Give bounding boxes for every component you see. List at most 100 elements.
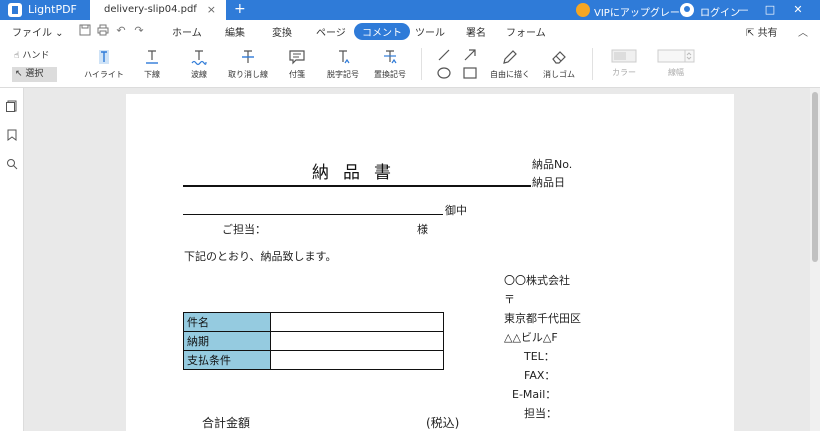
comment-toolbar: ☝ ハンド ↖ 選択 ハイライト 下線 波線 取り消し線 付箋 脱字記号 置換記… [0,42,820,88]
menu-convert[interactable]: 変換 [272,24,292,39]
title-bar: LightPDF delivery-slip04.pdf × + VIPにアップ… [0,0,820,20]
line-width-label: 線幅 [668,68,684,77]
underline-tool[interactable]: 下線 [137,48,167,80]
caret-tool[interactable]: 脱字記号 [326,48,360,80]
underline-label: 下線 [144,70,160,79]
share-label: 共有 [757,28,778,39]
table-row: 支払条件 [183,350,444,370]
replace-icon [384,50,397,64]
select-tool[interactable]: ↖ 選択 [12,67,57,82]
ellipse-tool[interactable] [437,67,451,82]
share-button[interactable]: ⇱ 共有 [746,24,778,39]
arrow-tool[interactable] [463,49,477,64]
menu-home[interactable]: ホーム [172,24,202,39]
table-value-cell [270,331,444,351]
company-fax: FAX： [524,369,556,382]
highlight-label: ハイライト [84,70,124,79]
title-underline [183,185,531,187]
recipient-honorific: 御中 [445,204,467,217]
menu-edit[interactable]: 編集 [225,24,245,39]
color-swatch-icon [611,49,637,63]
eraser-label: 消しゴム [543,70,575,79]
close-window-button[interactable]: ✕ [790,2,806,18]
strikethrough-label: 取り消し線 [228,70,268,79]
highlight-tool[interactable]: ハイライト [84,48,124,80]
undo-icon[interactable]: ↶ [114,24,128,38]
tab-close-icon[interactable]: × [207,3,216,16]
sticky-note-label: 付箋 [289,70,305,79]
color-picker[interactable]: カラー [606,48,642,78]
recipient-line [183,214,443,215]
hand-tool[interactable]: ☝ ハンド [14,48,49,61]
menu-page[interactable]: ページ [316,24,346,39]
crown-icon [576,3,590,17]
login-label: ログイン [700,8,740,19]
color-label: カラー [612,68,636,77]
caret-icon [339,50,350,64]
minimize-button[interactable]: — [735,2,751,18]
menu-tools[interactable]: ツール [415,24,445,39]
total-amount-label: 合計金額 [202,416,251,430]
new-tab-button[interactable]: + [234,1,246,17]
line-width-picker[interactable]: 線幅 [656,48,696,78]
sticky-note-tool[interactable]: 付箋 [284,48,310,80]
arrow-icon [464,49,476,61]
highlight-icon [99,50,109,64]
menu-signature[interactable]: 署名 [466,24,486,39]
line-width-icon [657,49,695,63]
document-tab-label: delivery-slip04.pdf [104,4,197,15]
delivery-no-label: 納品No. [532,158,573,171]
search-icon[interactable] [6,158,18,170]
select-label: 選択 [25,69,44,79]
rectangle-icon [463,67,477,79]
scrollbar-thumb[interactable] [812,92,818,262]
company-person: 担当： [524,407,557,420]
company-address2: △△ビル△F [504,331,558,344]
table-row: 件名 [183,312,444,332]
info-table: 件名 納期 支払条件 [183,312,444,370]
tax-included-label: (税込) [426,416,460,430]
print-icon[interactable] [96,24,110,38]
person-honorific: 様 [417,223,428,236]
squiggly-icon [191,50,207,66]
caret-label: 脱字記号 [327,70,359,79]
share-icon: ⇱ [746,28,758,39]
pen-icon [503,50,517,64]
cursor-icon: ↖ [15,69,26,79]
document-tab[interactable]: delivery-slip04.pdf × [90,0,226,20]
vertical-scrollbar[interactable] [810,88,820,431]
company-name: 〇〇株式会社 [504,274,570,287]
table-value-cell [270,312,444,332]
save-icon[interactable] [78,24,92,38]
freehand-tool[interactable]: 自由に描く [487,48,533,80]
collapse-ribbon-button[interactable]: ︿ [798,24,808,39]
redo-icon[interactable]: ↷ [132,24,146,38]
rectangle-tool[interactable] [463,67,477,82]
hand-label: ハンド [22,51,50,61]
left-sidebar [0,88,24,431]
delivery-date-label: 納品日 [532,176,565,189]
pdf-page: 納品書 納品No. 納品日 御中 ご担当： 様 下記のとおり、納品致します。 〇… [126,94,734,431]
vip-upgrade-label: VIPにアップグレード [594,8,690,19]
sticky-note-icon [289,50,305,65]
thumbnails-icon[interactable] [6,100,18,112]
squiggly-tool[interactable]: 波線 [184,48,214,80]
document-viewer[interactable]: 納品書 納品No. 納品日 御中 ご担当： 様 下記のとおり、納品致します。 〇… [24,88,810,431]
squiggly-label: 波線 [191,70,207,79]
line-tool[interactable] [437,49,451,64]
company-postal: 〒 [504,293,515,306]
menu-form[interactable]: フォーム [506,24,546,39]
file-menu[interactable]: ファイル ⌄ [12,24,64,39]
strikethrough-tool[interactable]: 取り消し線 [227,48,269,80]
app-name: LightPDF [28,3,77,16]
table-header-cell: 件名 [183,312,271,332]
menu-comment[interactable]: コメント [354,23,410,40]
eraser-icon [552,51,566,64]
maximize-button[interactable]: □ [762,2,778,18]
eraser-tool[interactable]: 消しゴム [541,48,577,80]
company-address1: 東京都千代田区 [504,312,581,325]
company-email: E-Mail： [512,388,557,401]
bookmark-icon[interactable] [6,129,18,141]
replace-tool[interactable]: 置換記号 [373,48,407,80]
recipient-person-label: ご担当： [222,223,266,236]
